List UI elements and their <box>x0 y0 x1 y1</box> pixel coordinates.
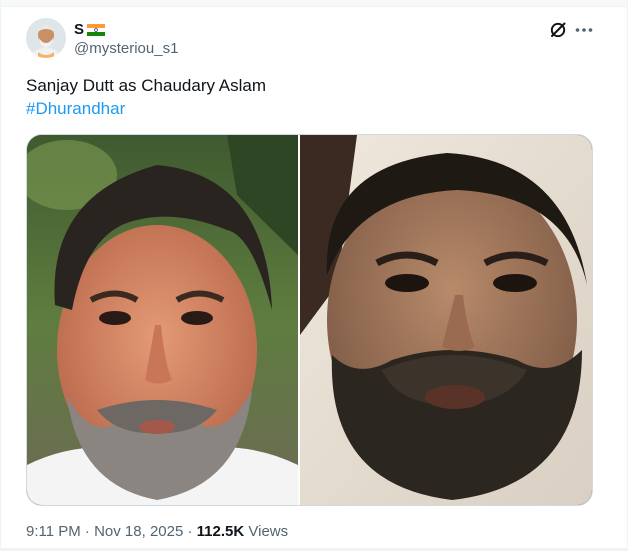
display-name-row[interactable]: S <box>74 19 178 39</box>
left-photo <box>27 135 298 505</box>
display-name[interactable]: S <box>74 21 84 38</box>
avatar[interactable] <box>26 18 66 58</box>
tweet-media[interactable] <box>26 134 593 506</box>
author-names: S @mysteriou_s1 <box>74 19 178 58</box>
hashtag-link[interactable]: #Dhurandhar <box>26 98 125 120</box>
right-photo <box>300 135 592 505</box>
tweet-date[interactable]: Nov 18, 2025 <box>94 523 183 540</box>
tweet-text: Sanjay Dutt as Chaudary Aslam <box>26 76 267 95</box>
more-options-icon[interactable] <box>574 21 594 39</box>
tweet-header: S @mysteriou_s1 <box>26 18 601 62</box>
avatar-photo <box>26 18 66 58</box>
views-count: 112.5K <box>196 523 245 540</box>
tweet-meta: 9:11 PM · Nov 18, 2025 · 112.5K Views <box>26 523 288 540</box>
grok-icon[interactable] <box>548 20 568 40</box>
meta-separator: · <box>84 523 90 540</box>
views-label: Views <box>248 523 289 540</box>
meta-separator-2: · <box>187 523 193 540</box>
tweet-time[interactable]: 9:11 PM <box>26 523 81 540</box>
author-handle[interactable]: @mysteriou_s1 <box>74 40 178 57</box>
media-divider <box>298 135 300 505</box>
timeline-top-divider <box>0 0 628 7</box>
column-border-left <box>0 0 1 551</box>
india-flag-icon <box>87 23 106 36</box>
